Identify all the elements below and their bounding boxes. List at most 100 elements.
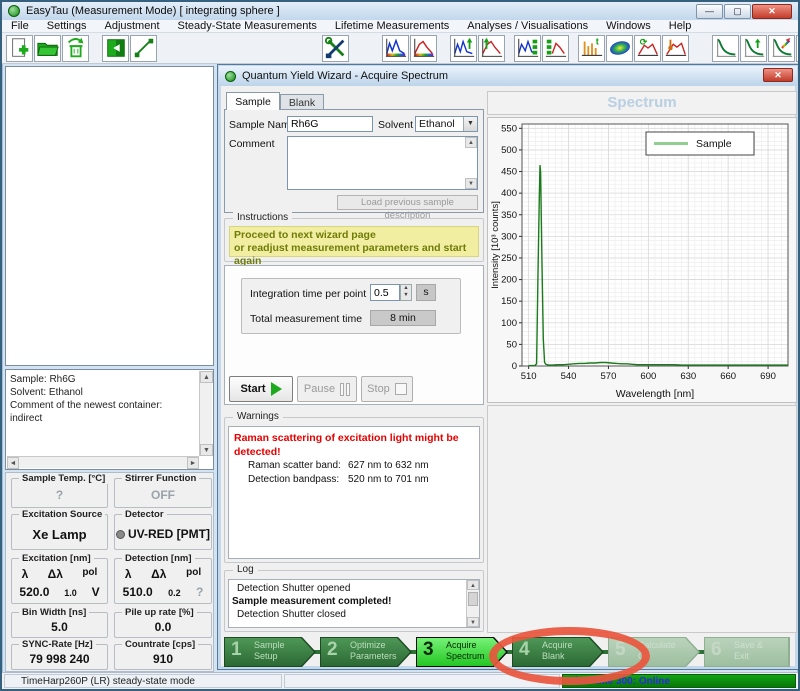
- spin-down-icon[interactable]: ▼: [401, 292, 411, 299]
- adjustment-curve-button[interactable]: [130, 35, 157, 62]
- vertical-scrollbar[interactable]: ▲ ▼: [199, 371, 212, 456]
- load-previous-sample-button[interactable]: Load previous sample description: [337, 195, 478, 210]
- excitation-tres-button[interactable]: [542, 35, 569, 62]
- menu-steady-state[interactable]: Steady-State Measurements: [169, 20, 326, 32]
- stop-button[interactable]: Stop: [361, 376, 413, 402]
- emission-spectrum-polarized-icon: [452, 36, 476, 60]
- dock-window-button[interactable]: [102, 35, 129, 62]
- measurement-list[interactable]: [5, 66, 214, 366]
- excitation-pol-value: V: [92, 585, 100, 599]
- instrument-status-panel: Sample Temp. [°C] ? Stirrer Function OFF…: [5, 472, 214, 672]
- minimize-button[interactable]: —: [696, 4, 723, 19]
- svg-text:550: 550: [501, 123, 517, 134]
- menu-file[interactable]: File: [2, 20, 38, 32]
- svg-text:Intensity [10³ counts]: Intensity [10³ counts]: [490, 201, 501, 289]
- scroll-down-icon[interactable]: ▼: [465, 178, 477, 189]
- tab-sample[interactable]: Sample: [226, 92, 280, 110]
- chevron-down-icon[interactable]: ▼: [463, 117, 477, 131]
- excitation-source-value: Xe Lamp: [12, 527, 107, 542]
- decay-polarized-button[interactable]: [740, 35, 767, 62]
- sample-tab-panel: Sample Name Solvent Ethanol ▼ Comment ▲ …: [224, 109, 484, 213]
- emission-tres-button[interactable]: [514, 35, 541, 62]
- wizard-step-6[interactable]: 6Save & Exit: [704, 637, 790, 667]
- sample-temp-group: Sample Temp. [°C] ?: [11, 478, 108, 508]
- delete-button[interactable]: [62, 35, 89, 62]
- acquisition-panel: Integration time per point ▲▼ s Total me…: [224, 265, 484, 405]
- instrument-setup-button[interactable]: [322, 35, 349, 62]
- svg-text:540: 540: [561, 371, 577, 382]
- scroll-up-icon[interactable]: ▲: [200, 371, 213, 383]
- anisotropy-spectrum-button[interactable]: ⟳: [634, 35, 661, 62]
- svg-text:250: 250: [501, 253, 517, 264]
- excitation-spectrum-polarized-button[interactable]: [478, 35, 505, 62]
- step-number: 3: [423, 639, 434, 661]
- instructions-label: Instructions: [233, 212, 292, 223]
- emission-spectrum-polarized-button[interactable]: [450, 35, 477, 62]
- pause-button[interactable]: Pause: [297, 376, 357, 402]
- open-button[interactable]: [34, 35, 61, 62]
- scroll-down-icon[interactable]: ▼: [200, 444, 213, 456]
- scroll-left-icon[interactable]: ◄: [7, 457, 19, 469]
- spin-up-icon[interactable]: ▲: [401, 285, 411, 292]
- blank-chart-panel: [487, 405, 797, 633]
- emission-spectrum-blue-icon: [384, 36, 408, 60]
- pulse-train-button[interactable]: t: [578, 35, 605, 62]
- wizard-step-2[interactable]: 2Optimize Parameters: [320, 637, 412, 667]
- scroll-down-icon[interactable]: ▼: [467, 617, 479, 627]
- decay-series-button[interactable]: [796, 35, 800, 62]
- integration-time-input[interactable]: [370, 284, 400, 301]
- svg-text:600: 600: [640, 371, 656, 382]
- scroll-right-icon[interactable]: ►: [187, 457, 199, 469]
- scrollbar-thumb[interactable]: [468, 592, 478, 606]
- emission-spectrum-button[interactable]: [382, 35, 409, 62]
- log-scrollbar[interactable]: ▲ ▼: [466, 580, 479, 627]
- comment-textarea[interactable]: ▲ ▼: [287, 136, 478, 190]
- anisotropy-spectrum-icon: ⟳: [636, 36, 660, 60]
- menu-settings[interactable]: Settings: [38, 20, 96, 32]
- scroll-up-icon[interactable]: ▲: [467, 580, 479, 590]
- decay-multicolor-button[interactable]: [768, 35, 795, 62]
- integration-group: Integration time per point ▲▼ s Total me…: [241, 278, 461, 334]
- maximize-button[interactable]: ▢: [724, 4, 751, 19]
- play-icon: [271, 382, 282, 396]
- tab-blank[interactable]: Blank: [280, 94, 324, 110]
- svg-text:Sample: Sample: [696, 138, 732, 150]
- solvent-select[interactable]: Ethanol ▼: [415, 116, 478, 132]
- menu-analyses[interactable]: Analyses / Visualisations: [458, 20, 597, 32]
- integration-time-stepper[interactable]: ▲▼: [400, 284, 412, 301]
- warning-raman-value: 627 nm to 632 nm: [348, 459, 429, 473]
- quantum-yield-wizard-dialog: Quantum Yield Wizard - Acquire Spectrum …: [217, 64, 799, 670]
- warning-bandpass-label: Detection bandpass:: [248, 473, 348, 487]
- start-button[interactable]: Start: [229, 376, 293, 402]
- dialog-title: Quantum Yield Wizard - Acquire Spectrum: [242, 70, 448, 82]
- sample-name-input[interactable]: [287, 116, 373, 132]
- scroll-up-icon[interactable]: ▲: [465, 137, 477, 148]
- log-label: Log: [233, 564, 258, 575]
- stirrer-group: Stirrer Function OFF: [114, 478, 212, 508]
- excitation-spectrum-button[interactable]: [410, 35, 437, 62]
- temperature-spectrum-button[interactable]: [662, 35, 689, 62]
- trash-icon: [64, 36, 88, 60]
- svg-text:150: 150: [501, 296, 517, 307]
- menu-lifetime[interactable]: Lifetime Measurements: [326, 20, 458, 32]
- easytau-logo-icon: [8, 5, 20, 17]
- svg-text:200: 200: [501, 275, 517, 286]
- contour-plot-button[interactable]: [606, 35, 633, 62]
- menu-help[interactable]: Help: [660, 20, 701, 32]
- excitation-wavelength-group: Excitation [nm] λ Δλ pol 520.0 1.0 V: [11, 558, 108, 604]
- contour-plot-icon: [608, 36, 632, 60]
- new-measurement-button[interactable]: [6, 35, 33, 62]
- horizontal-scrollbar[interactable]: ◄ ►: [7, 456, 199, 468]
- close-button[interactable]: ✕: [752, 4, 792, 19]
- menu-adjustment[interactable]: Adjustment: [95, 20, 168, 32]
- excitation-spectrum-polarized-icon: [480, 36, 504, 60]
- menu-windows[interactable]: Windows: [597, 20, 660, 32]
- decay-button[interactable]: [712, 35, 739, 62]
- excitation-source-group: Excitation Source Xe Lamp: [11, 514, 108, 550]
- wizard-step-1[interactable]: 1Sample Setup: [224, 637, 316, 667]
- stirrer-value: OFF: [115, 488, 211, 502]
- lambda-header: λ: [22, 567, 29, 581]
- adjustment-curve-icon: [132, 36, 156, 60]
- step-number: 2: [327, 639, 338, 661]
- dialog-close-button[interactable]: ✕: [763, 68, 793, 82]
